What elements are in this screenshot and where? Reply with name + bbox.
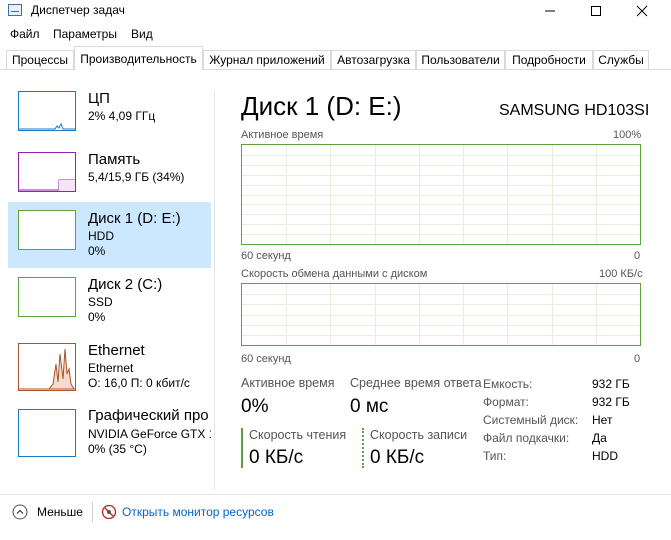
prop-format-value: 932 ГБ: [592, 395, 630, 409]
ethernet-thumbnail: [18, 343, 76, 391]
tab-services[interactable]: Службы: [593, 50, 649, 69]
sidebar-item-subtitle: NVIDIA GeForce GTX 105: [88, 427, 211, 441]
prop-capacity-label: Емкость:: [483, 377, 533, 391]
prop-system-disk-value: Нет: [592, 413, 613, 427]
sidebar-item-title: Графический про: [88, 407, 209, 424]
sidebar-item-disk2[interactable]: Диск 2 (C:) SSD 0%: [8, 275, 211, 341]
read-speed-value: 0 КБ/с: [249, 447, 304, 468]
tab-performance[interactable]: Производительность: [74, 46, 203, 70]
prop-type-value: HDD: [592, 449, 618, 463]
prop-format-label: Формат:: [483, 395, 529, 409]
sidebar-item-title: Диск 1 (D: E:): [88, 210, 181, 227]
fewer-details-button-icon[interactable]: [12, 504, 28, 520]
maximize-button[interactable]: [573, 0, 619, 22]
active-time-graph-min: 0: [634, 250, 641, 262]
active-time-graph-label: Активное время: [241, 129, 324, 141]
tab-startup[interactable]: Автозагрузка: [331, 50, 416, 69]
sidebar-item-title: Диск 2 (C:): [88, 276, 163, 293]
active-time-graph: [241, 144, 641, 245]
write-speed-value: 0 КБ/с: [370, 447, 425, 468]
tab-users[interactable]: Пользователи: [416, 50, 505, 69]
tab-processes[interactable]: Процессы: [6, 50, 74, 69]
menu-file[interactable]: Файл: [10, 27, 40, 41]
maximize-icon: [591, 6, 601, 16]
active-time-graph-time: 60 секунд: [241, 250, 291, 262]
disk2-thumbnail: [18, 277, 76, 317]
transfer-graph-label: Скорость обмена данными с диском: [241, 268, 428, 280]
transfer-graph-max: 100 КБ/с: [599, 268, 643, 280]
fewer-details-button[interactable]: Меньше: [37, 505, 83, 519]
write-speed-label: Скорость записи: [370, 428, 468, 442]
transfer-graph-min: 0: [634, 353, 641, 365]
read-speed-label: Скорость чтения: [249, 428, 347, 442]
gpu-thumbnail: [18, 409, 76, 457]
sidebar-item-subtitle: 2% 4,09 ГГц: [88, 109, 156, 123]
task-manager-icon: [8, 4, 22, 16]
window-title: Диспетчер задач: [31, 3, 125, 17]
transfer-graph-time: 60 секунд: [241, 353, 291, 365]
resource-monitor-icon: [101, 504, 117, 520]
sidebar-item-subtitle: HDD: [88, 229, 114, 243]
prop-capacity-value: 932 ГБ: [592, 377, 630, 391]
sidebar-item-value: О: 16,0 П: 0 кбит/с: [88, 376, 190, 390]
disk-title: Диск 1 (D: E:): [241, 91, 402, 121]
menu-view[interactable]: Вид: [131, 27, 153, 41]
menu-options[interactable]: Параметры: [53, 27, 117, 41]
response-time-label: Среднее время ответа: [350, 376, 482, 390]
footer-separator: [92, 502, 93, 522]
prop-pagefile-value: Да: [592, 431, 607, 445]
sidebar-item-subtitle: 5,4/15,9 ГБ (34%): [88, 170, 185, 184]
sidebar-item-title: Ethernet: [88, 342, 145, 359]
active-time-label: Активное время: [241, 376, 335, 390]
sidebar-item-subtitle: Ethernet: [88, 361, 134, 375]
sidebar-item-gpu[interactable]: Графический про NVIDIA GeForce GTX 105 0…: [8, 407, 211, 473]
disk1-thumbnail: [18, 210, 76, 250]
open-resource-monitor-link[interactable]: Открыть монитор ресурсов: [122, 505, 274, 519]
sidebar-item-cpu[interactable]: ЦП 2% 4,09 ГГц: [8, 88, 211, 154]
sidebar-item-value: 0%: [88, 310, 106, 324]
active-time-grid: [242, 145, 640, 244]
prop-pagefile-label: Файл подкачки:: [483, 431, 570, 445]
cpu-thumbnail: [18, 91, 76, 131]
active-time-graph-max: 100%: [613, 129, 642, 141]
tab-details[interactable]: Подробности: [505, 50, 593, 69]
read-speed-marker: [241, 428, 243, 468]
sidebar-divider: [214, 92, 215, 490]
prop-system-disk-label: Системный диск:: [483, 413, 579, 427]
sidebar-item-ethernet[interactable]: Ethernet Ethernet О: 16,0 П: 0 кбит/с: [8, 341, 211, 407]
minimize-button[interactable]: [527, 0, 573, 22]
sidebar-item-value: 0% (35 °C): [88, 442, 147, 456]
minimize-icon: [545, 10, 555, 12]
tab-app-history[interactable]: Журнал приложений: [203, 50, 331, 69]
sidebar-item-title: ЦП: [88, 90, 110, 107]
close-icon: [636, 5, 648, 17]
close-button[interactable]: [619, 0, 665, 22]
transfer-rate-graph: [241, 283, 641, 346]
sidebar-item-subtitle: SSD: [88, 295, 113, 309]
prop-type-label: Тип:: [483, 449, 507, 463]
sidebar-item-title: Память: [88, 151, 141, 168]
response-time-value: 0 мс: [350, 396, 389, 417]
footer-divider: [0, 494, 671, 495]
transfer-rate-grid: [242, 284, 640, 345]
disk-model: SAMSUNG HD103SI: [499, 102, 650, 119]
sidebar-item-disk1[interactable]: Диск 1 (D: E:) HDD 0%: [8, 202, 211, 268]
chevron-up-icon: [12, 504, 28, 520]
sidebar-item-value: 0%: [88, 244, 106, 258]
write-speed-marker: [362, 428, 364, 468]
active-time-value: 0%: [241, 396, 269, 417]
memory-thumbnail: [18, 152, 76, 192]
